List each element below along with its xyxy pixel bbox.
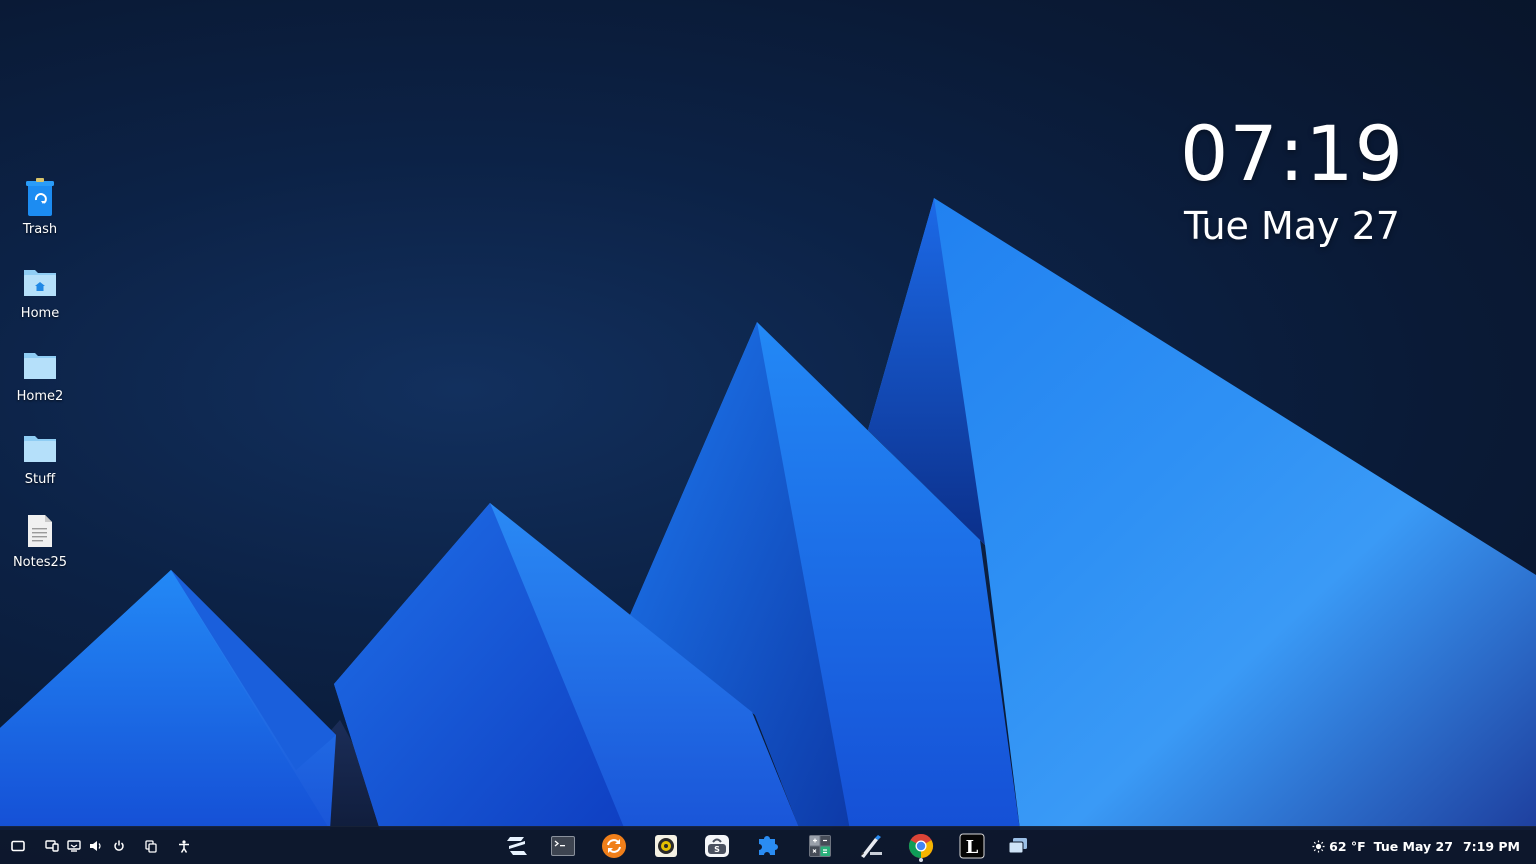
desktop-icon-notes25[interactable]: Notes25 [4,511,76,587]
desktop-icon-home[interactable]: Home [4,262,76,338]
desktop-icon-label: Home [20,306,60,321]
desktop-icon-label: Trash [22,222,58,237]
software-store-icon: S [705,835,729,857]
show-desktop-icon[interactable] [8,836,28,856]
zorin-logo-icon [507,837,527,855]
clock-date: Tue May 27 [1184,204,1400,248]
display-icon[interactable] [64,836,84,856]
clock-widget: 07:19 Tue May 27 [1160,108,1424,250]
text-file-icon [20,511,60,551]
terminal-icon [551,836,575,856]
volume-icon[interactable] [86,836,106,856]
desktop[interactable]: Trash Home Home2 Stuff Notes25 07:19 Tue… [0,0,1536,864]
software-store-button[interactable]: S [703,832,731,860]
network-icon[interactable] [42,836,62,856]
pen-tool-icon [861,835,882,858]
windows-icon [1008,838,1027,854]
taskbar: S L 62 °F Tue May 27 7:19 PM [0,826,1536,864]
folder-icon [20,428,60,468]
weather-indicator[interactable]: 62 °F [1312,839,1366,854]
zorin-menu-button[interactable] [503,832,531,860]
extensions-button[interactable] [754,832,782,860]
sun-icon [1312,840,1325,852]
taskbar-time[interactable]: 7:19 PM [1463,839,1520,854]
svg-text:L: L [966,837,979,858]
calculator-icon [809,835,831,857]
desktop-icon-label: Notes25 [12,555,68,570]
rhythmbox-button[interactable] [652,832,680,860]
calculator-button[interactable] [806,832,834,860]
svg-text:S: S [714,845,720,854]
clock-time: 07:19 [1179,109,1405,198]
taskbar-date[interactable]: Tue May 27 [1374,839,1453,854]
power-icon[interactable] [109,836,129,856]
desktop-icon-trash[interactable]: Trash [4,178,76,254]
terminal-button[interactable] [549,832,577,860]
libreoffice-icon: L [959,833,985,859]
chrome-icon [908,833,934,858]
weather-temperature: 62 °F [1329,838,1366,854]
software-updater-icon [602,834,626,858]
folder-icon [20,345,60,385]
home-folder-icon [20,262,60,302]
running-indicator [919,858,923,862]
desktop-icon-stuff[interactable]: Stuff [4,428,76,504]
text-editor-button[interactable] [857,832,885,860]
window-switcher-button[interactable] [1004,832,1032,860]
desktop-icon-label: Stuff [24,472,56,487]
chrome-button[interactable] [907,832,935,860]
desktop-icon-home2[interactable]: Home2 [4,345,76,421]
puzzle-piece-icon [759,836,778,855]
rhythmbox-icon [655,835,677,857]
workspaces-icon[interactable] [141,836,161,856]
software-updater-button[interactable] [600,832,628,860]
trash-icon [20,178,60,218]
desktop-icon-label: Home2 [16,389,64,404]
accessibility-icon[interactable] [174,836,194,856]
libreoffice-button[interactable]: L [958,832,986,860]
status-area[interactable]: 62 °F Tue May 27 7:19 PM [1312,827,1520,864]
